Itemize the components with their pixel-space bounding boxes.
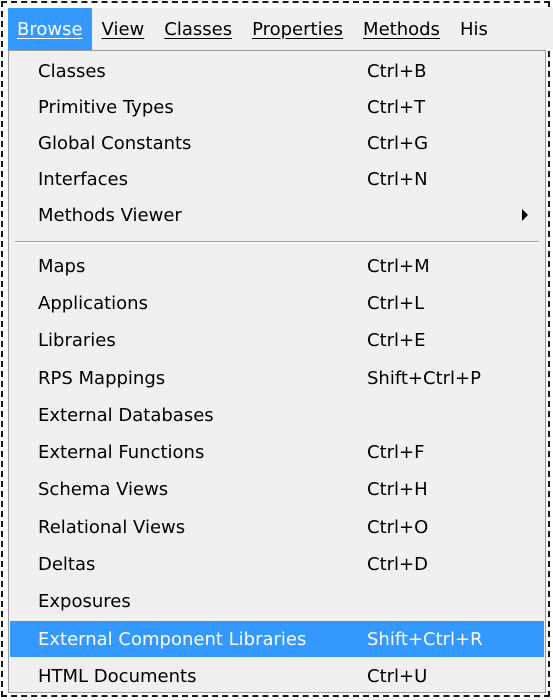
menu-item-label: Global Constants xyxy=(38,132,192,154)
menu-item-methods-viewer[interactable]: Methods Viewer xyxy=(10,197,544,233)
menu-item-label: Classes xyxy=(38,60,106,82)
menu-item-exposures[interactable]: Exposures xyxy=(10,583,544,619)
menu-methods-label: Methods xyxy=(363,18,440,40)
menu-item-label: External Databases xyxy=(38,404,214,426)
menu-item-label: RPS Mappings xyxy=(38,367,166,389)
menu-item-label: Relational Views xyxy=(38,516,186,538)
menu-bar: Browse View Classes Properties Methods H… xyxy=(8,8,553,50)
menu-item-label: Exposures xyxy=(38,590,131,612)
menu-history-label: His xyxy=(459,18,488,40)
menu-item-shortcut: Ctrl+O xyxy=(367,516,429,538)
menu-item-label: External Component Libraries xyxy=(38,628,307,650)
menu-item-shortcut: Ctrl+B xyxy=(367,60,427,82)
menu-item-libraries[interactable]: Libraries Ctrl+E xyxy=(10,322,544,358)
menu-item-external-component-libraries[interactable]: External Component Libraries Shift+Ctrl+… xyxy=(10,621,544,657)
menu-item-label: Methods Viewer xyxy=(38,204,182,226)
menu-item-maps[interactable]: Maps Ctrl+M xyxy=(10,248,544,284)
menu-properties-label: Properties xyxy=(252,18,344,40)
menu-item-label: Primitive Types xyxy=(38,96,174,118)
menu-item-global-constants[interactable]: Global Constants Ctrl+G xyxy=(10,125,544,161)
menu-separator xyxy=(15,241,539,243)
browse-dropdown-menu: Classes Ctrl+B Primitive Types Ctrl+T Gl… xyxy=(8,50,546,693)
menu-history[interactable]: His xyxy=(450,8,498,50)
menu-item-classes[interactable]: Classes Ctrl+B xyxy=(10,53,544,89)
menu-item-schema-views[interactable]: Schema Views Ctrl+H xyxy=(10,471,544,507)
menu-item-applications[interactable]: Applications Ctrl+L xyxy=(10,285,544,321)
menu-view-label: View xyxy=(101,18,145,40)
menu-item-label: External Functions xyxy=(38,441,205,463)
menu-item-shortcut: Shift+Ctrl+R xyxy=(367,628,483,650)
menu-item-html-documents[interactable]: HTML Documents Ctrl+U xyxy=(10,658,544,694)
menu-item-label: HTML Documents xyxy=(38,665,197,687)
menu-item-rps-mappings[interactable]: RPS Mappings Shift+Ctrl+P xyxy=(10,360,544,396)
menu-item-shortcut: Ctrl+M xyxy=(367,255,430,277)
menu-item-label: Interfaces xyxy=(38,168,128,190)
menu-item-shortcut: Ctrl+T xyxy=(367,96,426,118)
menu-methods[interactable]: Methods xyxy=(353,8,450,50)
menu-item-interfaces[interactable]: Interfaces Ctrl+N xyxy=(10,161,544,197)
menu-item-label: Applications xyxy=(38,292,148,314)
menu-item-shortcut: Ctrl+N xyxy=(367,168,428,190)
menu-item-shortcut: Shift+Ctrl+P xyxy=(367,367,481,389)
menu-item-external-functions[interactable]: External Functions Ctrl+F xyxy=(10,434,544,470)
menu-properties[interactable]: Properties xyxy=(242,8,353,50)
menu-item-shortcut: Ctrl+H xyxy=(367,478,428,500)
menu-item-shortcut: Ctrl+E xyxy=(367,329,426,351)
menu-view[interactable]: View xyxy=(92,8,155,50)
menu-item-label: Maps xyxy=(38,255,86,277)
menu-classes[interactable]: Classes xyxy=(154,8,242,50)
menu-item-shortcut: Ctrl+L xyxy=(367,292,425,314)
menu-browse[interactable]: Browse xyxy=(8,8,92,50)
submenu-arrow-icon xyxy=(522,209,528,221)
menu-item-label: Schema Views xyxy=(38,478,169,500)
menu-browse-label: Browse xyxy=(17,18,83,40)
menu-item-primitive-types[interactable]: Primitive Types Ctrl+T xyxy=(10,89,544,125)
menu-item-shortcut: Ctrl+F xyxy=(367,441,425,463)
menu-item-shortcut: Ctrl+G xyxy=(367,132,429,154)
menu-item-external-databases[interactable]: External Databases xyxy=(10,397,544,433)
menu-item-shortcut: Ctrl+U xyxy=(367,665,428,687)
menu-item-relational-views[interactable]: Relational Views Ctrl+O xyxy=(10,509,544,545)
menu-classes-label: Classes xyxy=(164,18,233,40)
menu-item-label: Deltas xyxy=(38,553,96,575)
menu-item-shortcut: Ctrl+D xyxy=(367,553,428,575)
menu-item-label: Libraries xyxy=(38,329,116,351)
menu-item-deltas[interactable]: Deltas Ctrl+D xyxy=(10,546,544,582)
